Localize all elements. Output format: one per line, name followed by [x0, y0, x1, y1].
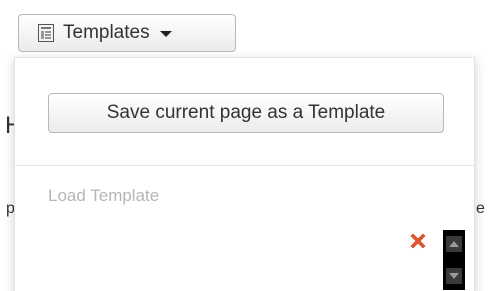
caret-down-icon: [159, 31, 172, 37]
load-template-label: Load Template: [48, 186, 160, 205]
templates-dropdown-button[interactable]: Templates: [18, 14, 236, 52]
template-icon: [38, 24, 54, 42]
templates-menu: Save current page as a Template Load Tem…: [14, 57, 475, 291]
background-text-fragment-right: e: [476, 200, 485, 217]
menu-divider: [15, 165, 474, 166]
templates-label: Templates: [63, 22, 150, 43]
scroll-down-icon[interactable]: [446, 268, 462, 284]
template-list-scroller[interactable]: [443, 230, 465, 290]
page: H p e Templates Save current page as a T…: [0, 0, 488, 291]
save-as-template-button[interactable]: Save current page as a Template: [48, 93, 444, 133]
scroll-up-icon[interactable]: [446, 236, 462, 252]
delete-icon[interactable]: [410, 233, 426, 249]
